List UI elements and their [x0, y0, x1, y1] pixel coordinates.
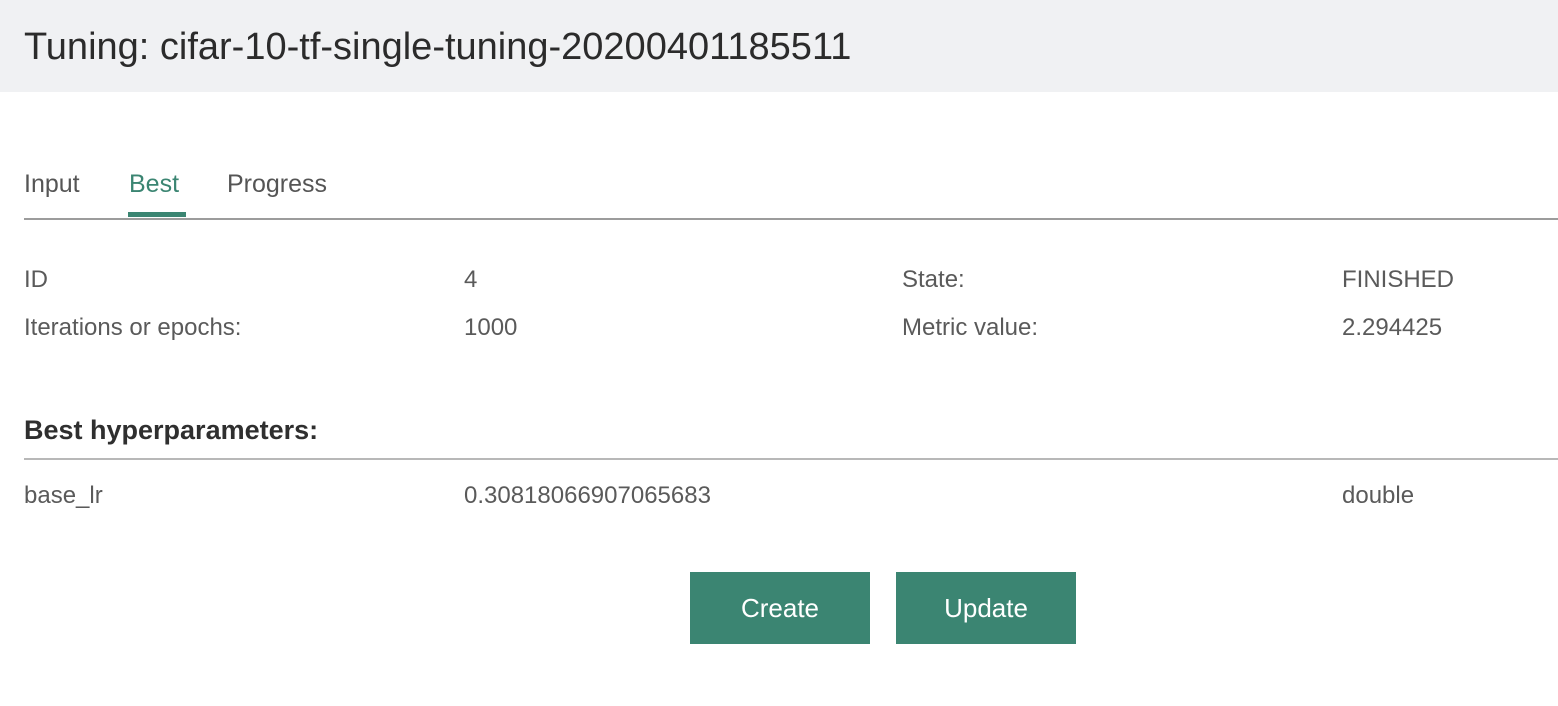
- update-button[interactable]: Update: [896, 572, 1076, 644]
- tab-progress[interactable]: Progress: [227, 166, 327, 202]
- iterations-label: Iterations or epochs:: [24, 314, 242, 341]
- iterations-value: 1000: [464, 314, 518, 341]
- id-label: ID: [24, 266, 48, 293]
- hyperparameter-type: double: [1342, 482, 1415, 509]
- hyperparameter-name: base_lr: [24, 482, 103, 509]
- title-bar: Tuning: cifar-10-tf-single-tuning-202004…: [0, 0, 1558, 92]
- tuning-page: Tuning: cifar-10-tf-single-tuning-202004…: [0, 0, 1558, 706]
- metric-value: 2.294425: [1342, 314, 1443, 341]
- tab-best[interactable]: Best: [129, 166, 179, 202]
- tab-bar: Input Best Progress: [24, 166, 1558, 220]
- hyperparameters-divider: [24, 458, 1558, 460]
- state-label: State:: [902, 266, 965, 293]
- tab-input[interactable]: Input: [24, 166, 80, 202]
- hyperparameters-heading: Best hyperparameters:: [24, 415, 319, 445]
- create-button[interactable]: Create: [690, 572, 870, 644]
- page-title: Tuning: cifar-10-tf-single-tuning-202004…: [24, 26, 852, 68]
- state-value: FINISHED: [1342, 266, 1455, 293]
- hyperparameter-value: 0.30818066907065683: [464, 482, 711, 509]
- tabs-divider: [24, 218, 1558, 220]
- id-value: 4: [464, 266, 478, 293]
- active-tab-indicator: [128, 212, 186, 217]
- metric-label: Metric value:: [902, 314, 1039, 341]
